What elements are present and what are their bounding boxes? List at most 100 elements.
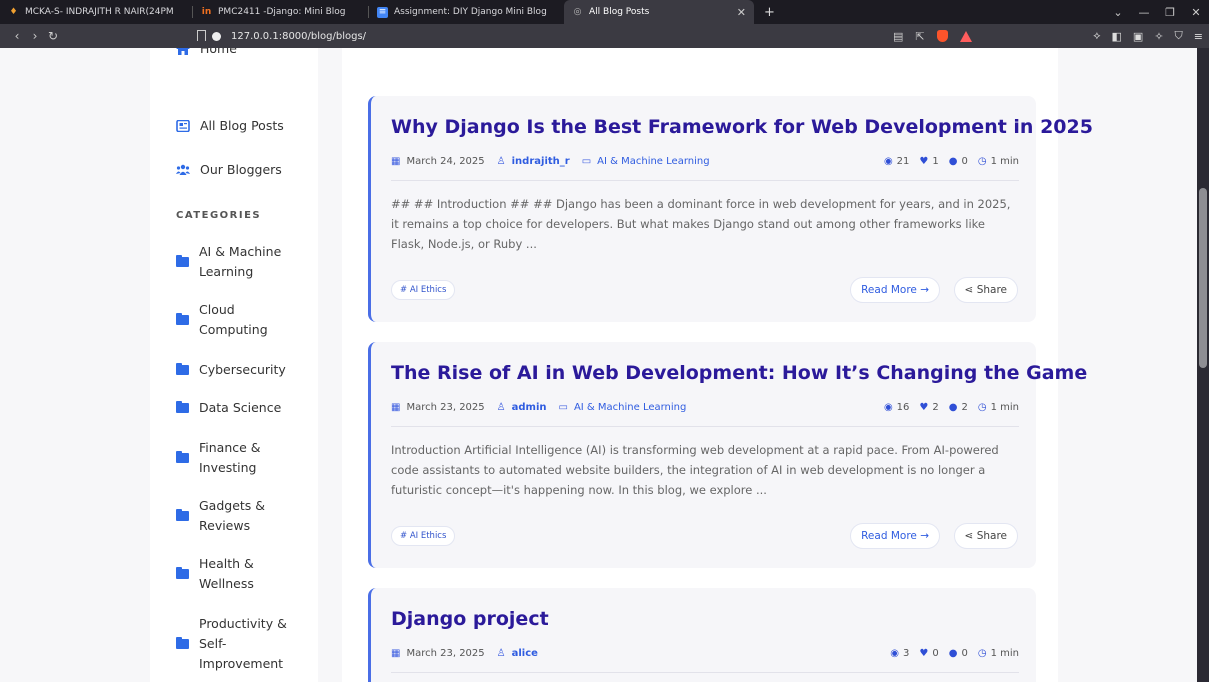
meta-divider	[391, 672, 1019, 673]
new-tab-icon[interactable]: +	[764, 5, 775, 20]
minimize-icon[interactable]: —	[1131, 6, 1157, 19]
sidebar-item-all-blog-posts[interactable]: All Blog Posts	[176, 118, 284, 133]
category-cybersecurity[interactable]: Cybersecurity	[176, 360, 286, 380]
sidebar-item-our-bloggers[interactable]: Our Bloggers	[176, 162, 282, 177]
tab-assignment[interactable]: ≡ Assignment: DIY Django Mini Blog	[369, 0, 564, 24]
wallet-icon[interactable]: ▣	[1133, 30, 1143, 43]
meta-divider	[391, 426, 1019, 427]
category-label: Health &	[199, 556, 254, 571]
category-label: Reviews	[199, 518, 251, 533]
post-category[interactable]: AI & Machine Learning	[597, 156, 709, 167]
post-date: March 23, 2025	[406, 402, 485, 413]
forward-icon[interactable]: ›	[26, 29, 44, 43]
brave-shields-icon[interactable]	[936, 30, 948, 42]
clock-icon: ◷	[977, 156, 987, 167]
post-tag[interactable]: # AI Ethics	[391, 280, 456, 300]
tab-student-profile[interactable]: ♦ MCKA-S- INDRAJITH R NAIR(24PM	[0, 0, 192, 24]
clock-icon: ◷	[977, 648, 987, 659]
views-count: 3	[903, 648, 910, 659]
brave-rewards-icon[interactable]	[959, 30, 972, 42]
shield-icon[interactable]: ⛉	[1175, 29, 1183, 43]
sidebar-item-label: All Blog Posts	[200, 118, 284, 133]
post-author[interactable]: indrajith_r	[512, 156, 570, 167]
post-title[interactable]: Django project	[391, 608, 549, 630]
category-label: Investing	[199, 460, 257, 475]
folder-outline-icon: ▭	[558, 402, 568, 413]
bookmark-icon[interactable]	[197, 30, 206, 41]
sidebar-item-label: Home	[200, 48, 237, 56]
sidebar: Home All Blog Posts Our Bloggers CATEGOR…	[150, 48, 318, 682]
post-date: March 23, 2025	[406, 648, 485, 659]
sidebar-toggle-icon[interactable]: ◧	[1112, 30, 1122, 43]
globe-icon: ◎	[573, 6, 582, 17]
likes-stat: ♥ 2	[919, 402, 938, 413]
post-author[interactable]: admin	[512, 402, 547, 413]
docs-icon: ≡	[377, 6, 388, 18]
category-productivity-self-improvement[interactable]: Productivity & Self- Improvement	[176, 614, 287, 674]
comments-count: 0	[961, 648, 968, 659]
category-cloud-computing[interactable]: Cloud Computing	[176, 300, 268, 340]
reader-mode-icon[interactable]: ▤	[893, 30, 903, 43]
read-more-button[interactable]: Read More →	[850, 523, 940, 549]
category-gadgets-reviews[interactable]: Gadgets & Reviews	[176, 496, 265, 536]
sidebar-item-label: Our Bloggers	[200, 162, 282, 177]
url-field[interactable]: 127.0.0.1:8000/blog/blogs/	[212, 31, 366, 42]
page-scrollbar[interactable]	[1197, 48, 1209, 682]
folder-icon	[176, 401, 189, 413]
category-data-science[interactable]: Data Science	[176, 398, 281, 418]
post-title[interactable]: The Rise of AI in Web Development: How I…	[391, 362, 1087, 384]
folder-icon	[176, 567, 189, 579]
heart-icon: ♥	[919, 648, 929, 659]
tab-list-icon[interactable]: ⌄	[1105, 6, 1131, 19]
tab-all-blog-posts[interactable]: ◎ All Blog Posts ✕	[564, 0, 754, 24]
close-tab-icon[interactable]: ✕	[737, 6, 746, 19]
comment-icon: ●	[948, 402, 958, 413]
folder-icon	[176, 451, 189, 463]
read-time: 1 min	[990, 402, 1019, 413]
tab-course-page[interactable]: in PMC2411 -Django: Mini Blog	[193, 0, 368, 24]
newspaper-icon	[176, 119, 190, 132]
post-excerpt: ## ## Introduction ## ## Django has been…	[391, 197, 1011, 251]
browser-tab-bar: ♦ MCKA-S- INDRAJITH R NAIR(24PM in PMC24…	[0, 0, 1209, 24]
views-count: 21	[896, 156, 910, 167]
post-title[interactable]: Why Django Is the Best Framework for Web…	[391, 116, 1093, 138]
share-label: Share	[976, 284, 1007, 296]
menu-icon[interactable]: ≡	[1194, 30, 1203, 43]
close-window-icon[interactable]: ✕	[1183, 6, 1209, 19]
site-info-icon[interactable]	[212, 31, 221, 41]
restore-icon[interactable]: ❐	[1157, 6, 1183, 19]
share-page-icon[interactable]: ⇱	[915, 30, 924, 43]
blog-post-card: Why Django Is the Best Framework for Web…	[368, 96, 1093, 322]
vpn-icon[interactable]: ✧	[1154, 30, 1163, 43]
category-health-wellness[interactable]: Health & Wellness	[176, 554, 254, 594]
scrollbar-thumb[interactable]	[1199, 188, 1207, 368]
meta-divider	[391, 180, 1019, 181]
category-label: Productivity &	[199, 616, 287, 631]
post-category[interactable]: AI & Machine Learning	[574, 402, 686, 413]
category-finance-investing[interactable]: Finance & Investing	[176, 438, 261, 478]
post-tag[interactable]: # AI Ethics	[391, 526, 456, 546]
url-text: 127.0.0.1:8000/blog/blogs/	[231, 30, 367, 42]
category-label: Cybersecurity	[199, 362, 286, 377]
category-label: Improvement	[199, 656, 284, 671]
comment-icon: ●	[948, 648, 958, 659]
category-ai-machine-learning[interactable]: AI & Machine Learning	[176, 242, 281, 282]
tab-label: Assignment: DIY Django Mini Blog	[394, 7, 547, 17]
share-button[interactable]: ⋖ Share	[953, 277, 1018, 303]
blog-feed: Why Django Is the Best Framework for Web…	[342, 48, 1093, 682]
category-label: Finance &	[199, 440, 261, 455]
post-author[interactable]: alice	[512, 648, 538, 659]
read-time: 1 min	[990, 648, 1019, 659]
extensions-icon[interactable]: ⟡	[1093, 29, 1100, 43]
likes-count: 2	[932, 402, 939, 413]
category-label: Computing	[199, 322, 268, 337]
sidebar-item-home[interactable]: Home	[176, 48, 237, 56]
category-label: Wellness	[199, 576, 254, 591]
read-more-button[interactable]: Read More →	[850, 277, 940, 303]
reload-icon[interactable]: ↻	[44, 29, 62, 43]
likes-stat: ♥ 0	[919, 648, 938, 659]
comments-stat: ● 0	[949, 156, 968, 167]
back-icon[interactable]: ‹	[8, 29, 26, 43]
share-button[interactable]: ⋖ Share	[953, 523, 1018, 549]
address-actions: ▤ ⇱	[893, 24, 972, 48]
